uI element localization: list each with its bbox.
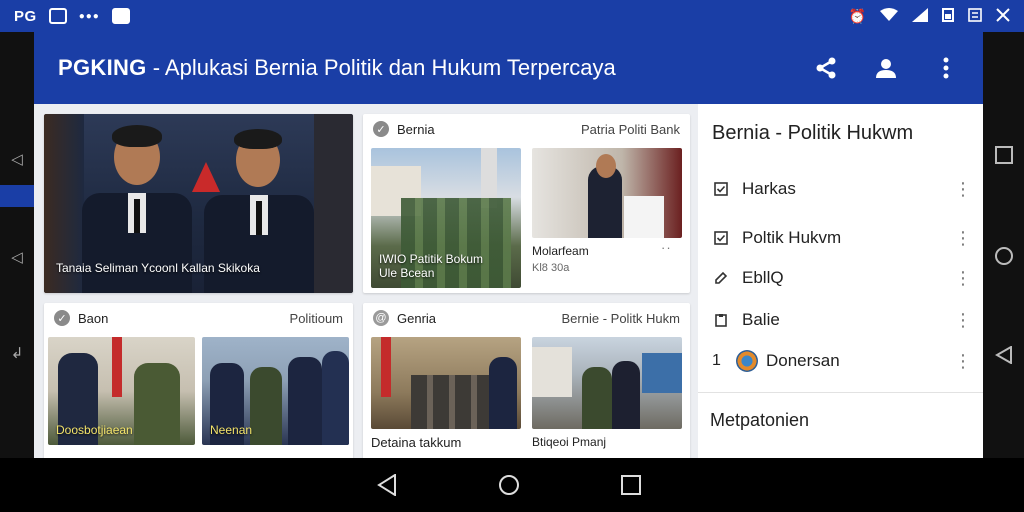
close-icon[interactable]: [996, 7, 1010, 25]
app-title: PGKING - Aplukasi Bernia Politik dan Huk…: [58, 55, 616, 81]
news-meta: Molarfeam Kl8 30a: [532, 244, 589, 274]
back-icon[interactable]: ◁: [0, 248, 34, 266]
news-photo-caption: Neenan: [210, 423, 253, 437]
sidebar-title: Bernia - Politik Hukwm: [712, 122, 914, 144]
check-icon: ✓: [54, 310, 70, 326]
edit-icon: [712, 269, 730, 287]
card-header: ✓ Bernia Patria Politi Bank: [363, 114, 690, 144]
sidebar-item-prefix: 1: [712, 352, 721, 369]
screen-record-icon: [48, 8, 67, 24]
more-vert-icon[interactable]: ⋮: [954, 352, 972, 370]
news-subtitle: Kl8 30a: [532, 262, 570, 274]
card-header: ✓ Baon Politioum: [44, 303, 353, 333]
rail-accent: [0, 185, 34, 207]
app-brand: PGKING: [58, 55, 147, 80]
wifi-icon: [880, 7, 898, 25]
status-brand: PG: [14, 7, 37, 25]
recents-icon[interactable]: [983, 146, 1024, 169]
card-source-label: Patria Politi Bank: [581, 121, 680, 137]
sidebar-item-donersan[interactable]: 1 Donersan ⋮: [712, 346, 972, 376]
more-horiz-icon[interactable]: ··: [661, 240, 672, 255]
news-title: Molarfeam: [532, 244, 589, 258]
more-vert-icon[interactable]: [933, 55, 959, 81]
news-photo: [532, 337, 682, 429]
card-source-label: Politioum: [289, 310, 343, 326]
sidebar-item-harkas[interactable]: Harkas ⋮: [712, 174, 972, 204]
news-card-bernia[interactable]: ✓ Bernia Patria Politi Bank IWIO Patitik…: [363, 114, 690, 293]
category-sidebar: Bernia - Politik Hukwm Harkas ⋮ Poltik H…: [698, 104, 983, 458]
sidebar-item-label: Poltik Hukvm: [742, 228, 842, 247]
card-source-label: Bernie - Politk Hukm: [561, 310, 680, 326]
card-source-name: Bernia: [397, 121, 435, 137]
photo-caption-sub: Ule Bcean: [379, 266, 435, 280]
back-icon[interactable]: ◁: [0, 150, 34, 168]
news-title: Detaina takkum: [371, 435, 462, 450]
message-icon: [111, 8, 130, 24]
sidebar-item-label: EbllQ: [742, 268, 784, 287]
news-title: Btiqeoi Pmanj: [532, 435, 607, 449]
photo-caption-title: IWIO Patitik Bokum: [379, 252, 484, 266]
recents-icon[interactable]: [616, 470, 646, 500]
system-nav-bar: [34, 458, 983, 512]
news-photo-caption: IWIO Patitik Bokum Ule Bcean: [379, 252, 483, 280]
news-photo: [371, 337, 521, 429]
card-header: @ Genria Bernie - Politk Hukm: [363, 303, 690, 333]
featured-photo: Tanaia Seliman Ycoonl Kallan Skikoka: [44, 114, 353, 293]
card-source-name: Baon: [78, 310, 109, 326]
sidebar-item-label: Donersan: [766, 351, 840, 370]
sidebar-section-title: Metpatonien: [710, 410, 810, 430]
more-vert-icon[interactable]: ⋮: [954, 311, 972, 329]
app-title-text: - Aplukasi Bernia Politik dan Hukum Terp…: [146, 55, 616, 80]
news-card-genria[interactable]: @ Genria Bernie - Politk Hukm Detaina ta…: [363, 303, 690, 458]
home-icon[interactable]: [983, 246, 1024, 271]
bottom-filler: [0, 458, 34, 512]
at-icon: @: [373, 310, 389, 326]
account-icon[interactable]: [873, 55, 899, 81]
card-source-name: Genria: [397, 310, 437, 326]
more-vert-icon[interactable]: ⋮: [954, 269, 972, 287]
sidebar-divider: [698, 392, 983, 393]
news-photo: Neenan: [202, 337, 349, 445]
home-icon[interactable]: [494, 470, 524, 500]
news-photo: Doosbotjiaean: [48, 337, 195, 445]
status-bar: PG ●●● ⏰: [0, 0, 1024, 32]
left-rail: ◁ ◁ ↲: [0, 32, 34, 458]
sidebar-item-ebllq[interactable]: EbllQ ⋮: [712, 263, 972, 293]
clipboard-icon: [712, 311, 730, 329]
bottom-filler: [983, 458, 1024, 512]
battery-icon: [942, 7, 954, 25]
sidebar-item-label: Harkas: [742, 179, 796, 198]
right-rail: [983, 32, 1024, 458]
featured-caption: Tanaia Seliman Ycoonl Kallan Skikoka: [56, 261, 260, 275]
avatar-icon: [736, 350, 758, 372]
check-icon: ✓: [373, 121, 389, 137]
app-screen: PG ●●● ⏰ ◁ ◁ ↲ PGKING - Aplukasi Bernia …: [0, 0, 1024, 512]
news-feed: Tanaia Seliman Ycoonl Kallan Skikoka ✓ B…: [34, 104, 698, 458]
more-vert-icon[interactable]: ⋮: [954, 229, 972, 247]
sim-icon: [968, 7, 982, 25]
news-photo: [532, 148, 682, 238]
back-icon[interactable]: [372, 470, 402, 500]
sidebar-item-balie[interactable]: Balie ⋮: [712, 305, 972, 335]
app-header: PGKING - Aplukasi Bernia Politik dan Huk…: [34, 32, 983, 104]
hook-icon[interactable]: ↲: [0, 344, 34, 362]
check-box-icon: [712, 180, 730, 198]
more-vert-icon[interactable]: ⋮: [954, 180, 972, 198]
featured-news-card[interactable]: Tanaia Seliman Ycoonl Kallan Skikoka: [44, 114, 353, 293]
check-box-icon: [712, 229, 730, 247]
sidebar-item-label: Balie: [742, 310, 780, 329]
news-photo-caption: Doosbotjiaean: [56, 423, 133, 437]
news-photo: IWIO Patitik Bokum Ule Bcean: [371, 148, 521, 288]
notification-dots-icon: ●●●: [78, 10, 100, 22]
signal-icon: [912, 7, 928, 25]
share-icon[interactable]: [813, 55, 839, 81]
back-icon[interactable]: [983, 345, 1024, 369]
news-card-baon[interactable]: ✓ Baon Politioum Doosbotjiaean Neenan: [44, 303, 353, 458]
sidebar-item-poltik-hukvm[interactable]: Poltik Hukvm ⋮: [712, 223, 972, 253]
alarm-icon: ⏰: [848, 7, 866, 24]
